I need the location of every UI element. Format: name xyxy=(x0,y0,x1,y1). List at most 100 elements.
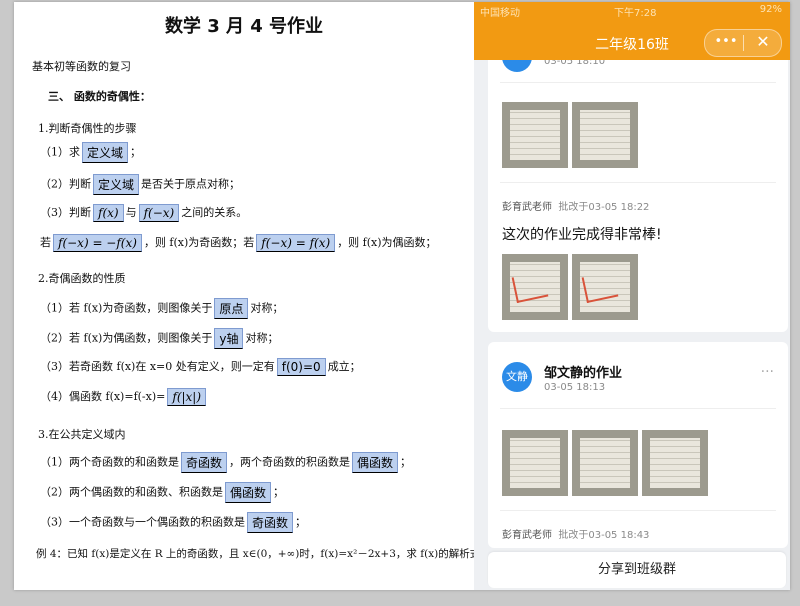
homework-photo[interactable] xyxy=(572,102,638,168)
answer-even-sum-product: 偶函数 xyxy=(225,482,272,503)
answer-odd-product: 偶函数 xyxy=(352,452,399,473)
property4: （4）偶函数 f(x)=f(-x)= f(|x|) xyxy=(40,388,208,406)
step2: （2）判断 定义域 是否关于原点对称； xyxy=(40,174,240,195)
step3-end: 之间的关系。 xyxy=(181,206,248,219)
mini-program-capsule: ••• ✕ xyxy=(704,29,782,57)
answer-odd-sum: 奇函数 xyxy=(181,452,228,473)
part2-heading: 2.奇偶函数的性质 xyxy=(38,272,126,285)
rule-mid: ，则 f(x)为奇函数；若 xyxy=(143,236,255,249)
property1-text: （1）若 f(x)为奇函数，则图像关于 xyxy=(40,301,213,315)
odd-condition-text: f(−x) = −f(x) xyxy=(58,236,137,250)
close-icon[interactable]: ✕ xyxy=(749,32,777,51)
screenshot-frame: 数学 3 月 4 号作业 基本初等函数的复习 三、 函数的奇偶性： 1.判断奇偶… xyxy=(14,2,790,590)
carrier-label: 中国移动 xyxy=(480,8,520,19)
property3: （3）若奇函数 f(x)在 x=0 处有定义，则一定有 f(0)=0 成立； xyxy=(40,358,361,376)
part3-heading: 3.在公共定义域内 xyxy=(38,428,126,441)
clock-label: 下午7:28 xyxy=(614,8,657,19)
rule-start: 若 xyxy=(40,236,51,249)
domain-rule2-end: ； xyxy=(273,485,285,499)
class-app-panel: 中国移动 下午7:28 92% 二年级16班 ••• ✕ 03-05 18:10… xyxy=(474,2,790,590)
graded-photo[interactable] xyxy=(572,254,638,320)
f-neg-x-text: f(−x) xyxy=(143,206,175,220)
divider xyxy=(500,82,776,83)
app-header: 中国移动 下午7:28 92% 二年级16班 ••• ✕ xyxy=(474,2,790,60)
homework-photos xyxy=(502,430,708,496)
step3: （3）判断 f(x) 与 f(−x) 之间的关系。 xyxy=(40,204,247,222)
answer-f-abs-x: f(|x|) xyxy=(167,388,207,406)
teacher-name: 彭育武老师 xyxy=(502,202,552,213)
divider xyxy=(500,408,776,409)
domain-rule3-end: ； xyxy=(295,515,307,529)
share-to-group-button[interactable]: 分享到班级群 xyxy=(488,552,786,588)
step1-end: ； xyxy=(130,145,142,159)
domain-rule2: （2）两个偶函数的和函数、积函数是 偶函数； xyxy=(40,482,284,503)
more-options-icon[interactable]: ··· xyxy=(761,364,774,380)
battery-label: 92% xyxy=(759,4,782,15)
teacher-comment: 这次的作业完成得非常棒! xyxy=(502,227,662,243)
review-meta: 彭育武老师 批改于03-05 18:43 xyxy=(502,526,649,541)
answer-f-neg-x: f(−x) xyxy=(138,204,180,222)
divider xyxy=(500,182,776,183)
answer-y-axis: y轴 xyxy=(214,328,244,349)
answer-origin: 原点 xyxy=(214,298,249,319)
part1-heading: 1.判断奇偶性的步骤 xyxy=(38,122,137,135)
answer-domain2: 定义域 xyxy=(93,174,140,195)
even-condition-text: f(−x) = f(x) xyxy=(261,236,331,250)
property3-end: 成立； xyxy=(327,360,361,373)
card1-photos xyxy=(502,102,638,168)
capsule-divider xyxy=(743,35,744,51)
example-problem: 例 4：已知 f(x)是定义在 R 上的奇函数，且 x∈(0，+∞)时，f(x)… xyxy=(36,548,487,560)
domain-rule2-text: （2）两个偶函数的和函数、积函数是 xyxy=(40,485,223,499)
parity-rule: 若 f(−x) = −f(x) ，则 f(x)为奇函数；若 f(−x) = f(x) ，… xyxy=(40,234,437,252)
answer-even-condition: f(−x) = f(x) xyxy=(256,234,336,252)
graded-photos xyxy=(502,254,638,320)
review-time: 批改于03-05 18:43 xyxy=(558,530,650,541)
answer-f0: f(0)=0 xyxy=(276,358,326,376)
f-abs-x-text: f(|x|) xyxy=(172,390,202,404)
graded-photo[interactable] xyxy=(502,254,568,320)
homework-photo[interactable] xyxy=(502,102,568,168)
property2-end: 对称； xyxy=(245,331,279,345)
domain-rule1: （1）两个奇函数的和函数是 奇函数 ，两个奇函数的积函数是 偶函数； xyxy=(40,452,411,473)
homework-card-2[interactable]: 文静 邹文静的作业 03-05 18:13 ··· 彭育武老师 批改于03-05… xyxy=(488,342,788,548)
homework-title[interactable]: 邹文静的作业 xyxy=(544,362,622,381)
review-meta: 彭育武老师 批改于03-05 18:22 xyxy=(502,198,649,213)
step1: （1）求 定义域； xyxy=(40,142,141,163)
homework-worksheet: 数学 3 月 4 号作业 基本初等函数的复习 三、 函数的奇偶性： 1.判断奇偶… xyxy=(14,2,487,590)
answer-domain: 定义域 xyxy=(82,142,129,163)
domain-rule3-text: （3）一个奇函数与一个偶函数的积函数是 xyxy=(40,515,245,529)
homework-photo[interactable] xyxy=(572,430,638,496)
homework-date: 03-05 18:13 xyxy=(544,382,606,393)
homework-photo[interactable] xyxy=(502,430,568,496)
worksheet-title: 数学 3 月 4 号作业 xyxy=(164,16,324,37)
homework-photo[interactable] xyxy=(642,430,708,496)
status-bar: 中国移动 下午7:28 92% xyxy=(474,4,790,20)
domain-rule1-mid: ，两个奇函数的积函数是 xyxy=(229,455,351,469)
property1: （1）若 f(x)为奇函数，则图像关于 原点 对称； xyxy=(40,298,283,319)
step1-text: （1）求 xyxy=(40,145,80,159)
student-avatar: 文静 xyxy=(502,362,532,392)
property2: （2）若 f(x)为偶函数，则图像关于 y轴 对称； xyxy=(40,328,278,349)
fx-text: f(x) xyxy=(98,206,119,220)
domain-rule1-text: （1）两个奇函数的和函数是 xyxy=(40,455,179,469)
domain-rule3: （3）一个奇函数与一个偶函数的积函数是 奇函数； xyxy=(40,512,306,533)
answer-fx: f(x) xyxy=(93,204,124,222)
review-time: 批改于03-05 18:22 xyxy=(558,202,650,213)
step3-text: （3）判断 xyxy=(40,206,91,219)
teacher-name: 彭育武老师 xyxy=(502,530,552,541)
property1-end: 对称； xyxy=(250,301,284,315)
homework-card-1[interactable]: 03-05 18:10 彭育武老师 批改于03-05 18:22 这次的作业完成… xyxy=(488,38,788,332)
section-heading: 三、 函数的奇偶性： xyxy=(48,90,151,103)
step2-end: 是否关于原点对称； xyxy=(141,177,241,191)
step2-text: （2）判断 xyxy=(40,177,91,191)
more-icon[interactable]: ••• xyxy=(713,34,739,49)
property3-text: （3）若奇函数 f(x)在 x=0 处有定义，则一定有 xyxy=(40,360,275,373)
worksheet-subtitle: 基本初等函数的复习 xyxy=(32,60,131,73)
property2-text: （2）若 f(x)为偶函数，则图像关于 xyxy=(40,331,213,345)
domain-rule1-end: ； xyxy=(400,455,412,469)
step3-mid: 与 xyxy=(125,206,137,219)
rule-end: ，则 f(x)为偶函数； xyxy=(337,236,437,249)
answer-odd-even-product: 奇函数 xyxy=(247,512,294,533)
answer-odd-condition: f(−x) = −f(x) xyxy=(53,234,142,252)
property4-text: （4）偶函数 f(x)=f(-x)= xyxy=(40,390,166,403)
